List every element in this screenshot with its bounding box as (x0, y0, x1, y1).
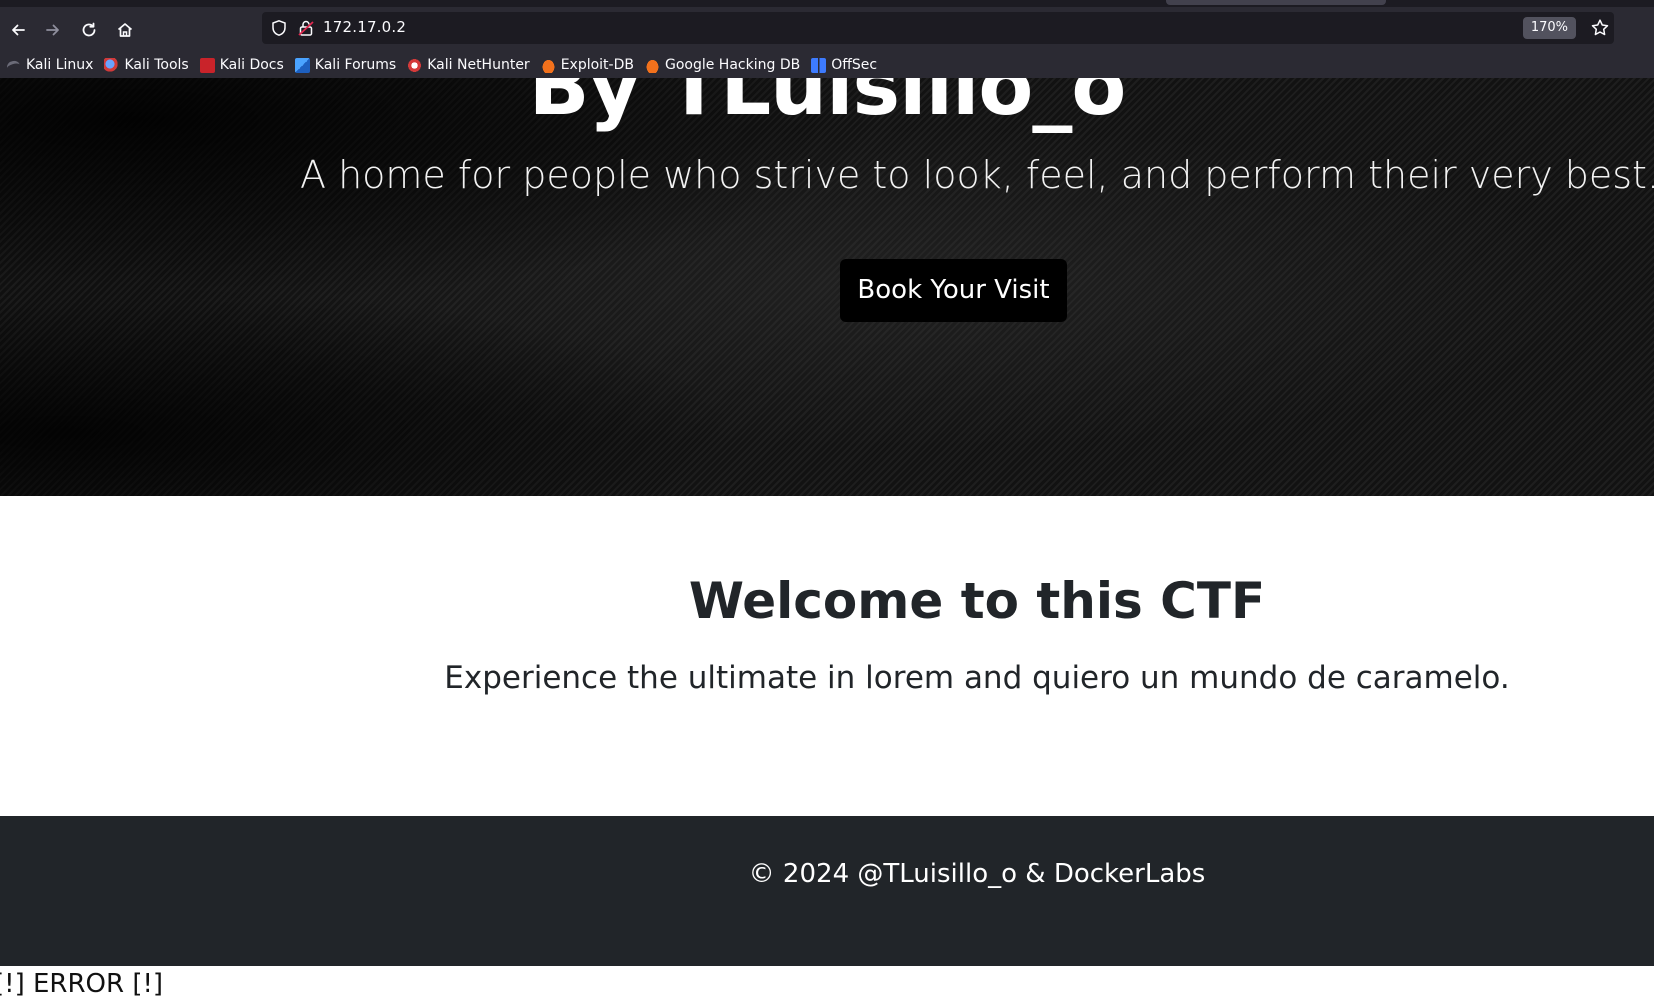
zoom-level-badge[interactable]: 170% (1522, 17, 1576, 39)
bookmark-label: Kali Tools (124, 57, 189, 73)
ghdb-icon (644, 57, 660, 73)
exploit-db-icon (540, 57, 556, 73)
active-tab-hint[interactable] (1166, 0, 1386, 5)
page-viewport[interactable]: By TLuisillo_o A home for people who str… (0, 78, 1654, 1006)
bookmark-label: OffSec (831, 57, 878, 73)
kali-nethunter-icon (407, 57, 423, 73)
bookmarks-toolbar: Kali Linux Kali Tools Kali Docs Kali For… (0, 52, 1654, 78)
hero-section: By TLuisillo_o A home for people who str… (0, 78, 1654, 496)
error-message: [!] ERROR [!] (0, 969, 164, 999)
bookmark-label: Exploit-DB (560, 57, 634, 73)
insecure-lock-icon[interactable] (297, 19, 315, 37)
back-button[interactable] (2, 14, 34, 46)
welcome-section: Welcome to this CTF Experience the ultim… (0, 496, 1654, 816)
bookmark-kali-forums[interactable]: Kali Forums (294, 57, 397, 73)
offsec-icon (811, 57, 827, 73)
bookmark-star-icon[interactable] (1590, 18, 1610, 38)
bookmark-kali-nethunter[interactable]: Kali NetHunter (407, 57, 530, 73)
welcome-heading: Welcome to this CTF (688, 572, 1266, 630)
reload-button[interactable] (73, 14, 105, 46)
hero-subtitle: A home for people who strive to look, fe… (300, 153, 1654, 197)
bookmark-label: Kali Forums (314, 57, 397, 73)
arrow-right-icon (46, 24, 59, 36)
hero-title: By TLuisillo_o (528, 78, 1127, 133)
browser-toolbar: 172.17.0.2 170% (0, 0, 1654, 52)
bookmark-label: Google Hacking DB (664, 57, 801, 73)
bookmark-kali-docs[interactable]: Kali Docs (199, 57, 284, 73)
arrow-left-icon (12, 24, 25, 36)
bookmark-label: Kali NetHunter (427, 57, 530, 73)
book-your-visit-button[interactable]: Book Your Visit (840, 259, 1067, 322)
kali-tools-icon (104, 57, 120, 73)
bookmark-exploit-db[interactable]: Exploit-DB (540, 57, 634, 73)
home-button[interactable] (109, 14, 141, 46)
home-icon (117, 23, 133, 37)
bookmark-label: Kali Linux (26, 57, 94, 73)
bookmark-offsec[interactable]: OffSec (811, 57, 877, 73)
url-bar[interactable]: 172.17.0.2 170% (262, 12, 1614, 44)
reload-icon (82, 22, 96, 37)
kali-forums-icon (294, 57, 310, 73)
tracking-protection-shield-icon[interactable] (270, 19, 288, 37)
bookmark-kali-tools[interactable]: Kali Tools (104, 57, 189, 73)
bookmark-google-hacking-db[interactable]: Google Hacking DB (644, 57, 801, 73)
welcome-text: Experience the ultimate in lorem and qui… (444, 660, 1510, 696)
page-footer: © 2024 @TLuisillo_o & DockerLabs (0, 816, 1654, 966)
forward-button[interactable] (37, 14, 69, 46)
url-text[interactable]: 172.17.0.2 (323, 18, 406, 36)
footer-copyright: © 2024 @TLuisillo_o & DockerLabs (748, 859, 1206, 889)
bookmark-label: Kali Docs (219, 57, 284, 73)
kali-dragon-icon (6, 58, 21, 73)
kali-docs-icon (199, 57, 215, 73)
bookmark-kali-linux[interactable]: Kali Linux (6, 57, 93, 73)
